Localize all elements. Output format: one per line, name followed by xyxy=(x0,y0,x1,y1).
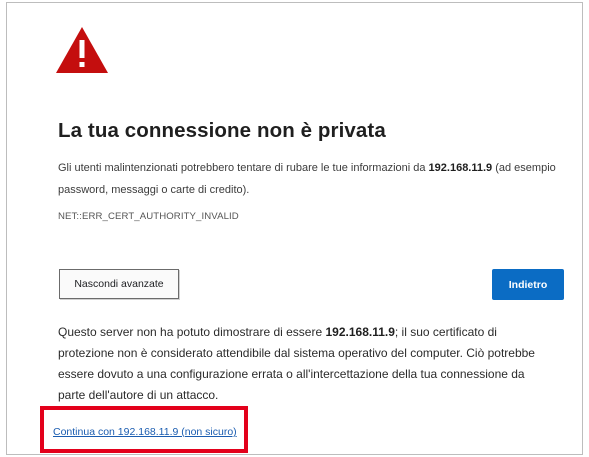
description-host: 192.168.11.9 xyxy=(428,162,493,174)
proceed-unsafe-link[interactable]: Continua con 192.168.11.9 (non sicuro) xyxy=(53,426,237,438)
warning-triangle-icon xyxy=(56,27,108,73)
details-host: 192.168.11.9 xyxy=(325,325,395,339)
back-button[interactable]: Indietro xyxy=(492,269,564,300)
advanced-details: Questo server non ha potuto dimostrare d… xyxy=(58,322,548,406)
warning-description: Gli utenti malintenzionati potrebbero te… xyxy=(58,157,568,201)
error-page: La tua connessione non è privata Gli ute… xyxy=(6,2,583,455)
page-title: La tua connessione non è privata xyxy=(58,119,386,142)
error-code: NET::ERR_CERT_AUTHORITY_INVALID xyxy=(58,211,239,222)
description-text: Gli utenti malintenzionati potrebbero te… xyxy=(58,162,429,174)
details-text: Questo server non ha potuto dimostrare d… xyxy=(58,325,326,339)
hide-advanced-button[interactable]: Nascondi avanzate xyxy=(59,269,179,299)
